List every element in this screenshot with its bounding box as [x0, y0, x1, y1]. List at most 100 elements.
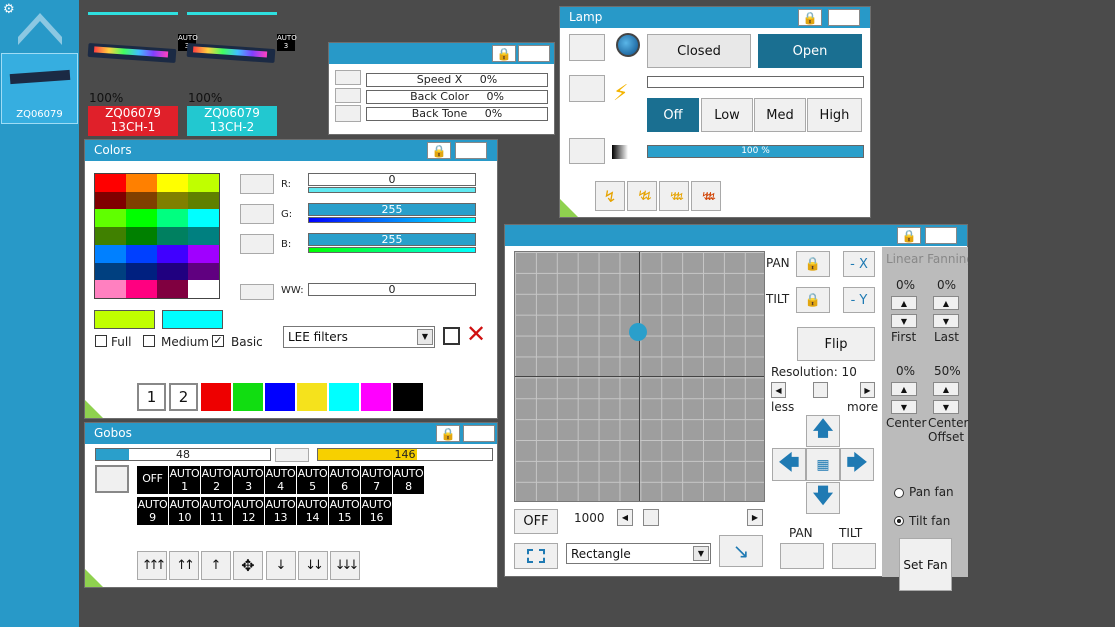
close-button[interactable]: ✖ — [925, 227, 957, 244]
move-down-button[interactable]: 🡇 — [806, 482, 840, 514]
ww-reset-button[interactable] — [240, 284, 274, 300]
color-swatch[interactable] — [393, 383, 423, 411]
gobo-button-14[interactable]: AUTO 14 — [297, 497, 328, 525]
palette-color-cell[interactable] — [157, 191, 188, 210]
green-reset-button[interactable] — [240, 204, 274, 224]
position-marker[interactable] — [629, 323, 647, 341]
current-color-2[interactable] — [162, 310, 223, 329]
apply-shape-button[interactable]: ↘ — [719, 535, 763, 567]
gear-icon[interactable]: ⚙ — [3, 2, 15, 17]
move-left-button[interactable]: 🡄 — [772, 448, 806, 481]
pan-tilt-grid[interactable] — [514, 251, 765, 502]
page-1-button[interactable]: 1 — [137, 383, 166, 411]
gobo-button-15[interactable]: AUTO 15 — [329, 497, 360, 525]
effect-button-3[interactable] — [335, 105, 361, 122]
offset-up-button[interactable]: ▲ — [933, 382, 959, 396]
strobe-random-button[interactable]: ↯↯↯ — [691, 181, 721, 211]
palette-color-cell[interactable] — [126, 174, 157, 192]
lock-icon[interactable]: 🔒 — [492, 45, 516, 62]
close-button[interactable]: ✖ — [455, 142, 487, 159]
back-tone-slider[interactable]: Back Tone 0% — [366, 107, 548, 121]
gobo-slider-2[interactable]: 146 — [317, 448, 493, 461]
speed-x-slider[interactable]: Speed X 0% — [366, 73, 548, 87]
resolution-right-button[interactable]: ▶ — [860, 382, 875, 398]
palette-color-cell[interactable] — [95, 209, 126, 228]
color-swatch[interactable] — [233, 383, 263, 411]
rotate-ccw-med-button[interactable]: ↑↑ — [169, 551, 199, 580]
shape-select[interactable]: Rectangle ▼ — [566, 543, 711, 564]
palette-color-cell[interactable] — [126, 280, 157, 298]
strobe-speed-3-button[interactable]: ↯↯↯ — [659, 181, 689, 211]
tilt-fan-radio[interactable] — [894, 516, 904, 526]
gobo-button-11[interactable]: AUTO 11 — [201, 497, 232, 525]
center-up-button[interactable]: ▲ — [891, 382, 917, 396]
blue-slider[interactable]: 255 — [308, 233, 476, 246]
gobo-button-8[interactable]: AUTO 8 — [393, 466, 424, 494]
first-down-button[interactable]: ▼ — [891, 314, 917, 328]
page-2-button[interactable]: 2 — [169, 383, 198, 411]
palette-color-cell[interactable] — [95, 280, 126, 298]
resolution-thumb[interactable] — [813, 382, 828, 398]
pan-bottom-button[interactable] — [780, 543, 824, 569]
current-color-1[interactable] — [94, 310, 155, 329]
rotate-stop-button[interactable]: ✥ — [233, 551, 263, 580]
close-button[interactable]: ✖ — [828, 9, 860, 26]
pan-fan-radio[interactable] — [894, 488, 904, 498]
gobo-button-12[interactable]: AUTO 12 — [233, 497, 264, 525]
color-swatch[interactable] — [265, 383, 295, 411]
device-tile[interactable]: ZQ06079 — [1, 53, 78, 124]
close-button[interactable]: ✖ — [463, 425, 495, 442]
palette-color-cell[interactable] — [157, 174, 188, 192]
palette-color-cell[interactable] — [95, 244, 126, 263]
red-slider[interactable]: 0 — [308, 173, 476, 186]
effect-button-1[interactable] — [335, 70, 361, 85]
resize-handle[interactable] — [85, 400, 103, 418]
palette-color-cell[interactable] — [126, 244, 157, 263]
move-up-button[interactable]: 🡅 — [806, 415, 840, 447]
palette-color-cell[interactable] — [126, 227, 157, 245]
color-palette-grid[interactable] — [94, 173, 220, 299]
gobo-open-button[interactable] — [95, 465, 129, 493]
strobe-speed-1-button[interactable]: ↯ — [595, 181, 625, 211]
gobo-button-5[interactable]: AUTO 5 — [297, 466, 328, 494]
gobo-button-10[interactable]: AUTO 10 — [169, 497, 200, 525]
speed-slider[interactable] — [633, 509, 747, 526]
gobo-button-6[interactable]: AUTO 6 — [329, 466, 360, 494]
rotate-cw-slow-button[interactable]: ↓ — [266, 551, 296, 580]
move-right-button[interactable]: 🡆 — [840, 448, 874, 481]
full-checkbox[interactable] — [95, 335, 107, 347]
basic-checkbox[interactable]: ✓ — [212, 335, 224, 347]
color-swatch[interactable] — [361, 383, 391, 411]
pan-lock-button[interactable]: 🔒 — [796, 251, 830, 277]
palette-color-cell[interactable] — [188, 227, 219, 245]
gobo-off-button[interactable]: OFF — [137, 466, 168, 494]
gobo-button-13[interactable]: AUTO 13 — [265, 497, 296, 525]
position-off-button[interactable]: OFF — [514, 509, 558, 534]
tilt-bottom-button[interactable] — [832, 543, 876, 569]
flip-button[interactable]: Flip — [797, 327, 875, 361]
palette-color-cell[interactable] — [157, 280, 188, 298]
gobo-button-7[interactable]: AUTO 7 — [361, 466, 392, 494]
back-color-slider[interactable]: Back Color 0% — [366, 90, 548, 104]
shutter-button[interactable] — [569, 34, 605, 61]
offset-down-button[interactable]: ▼ — [933, 400, 959, 414]
center-button[interactable]: ▦ — [806, 448, 840, 481]
palette-color-cell[interactable] — [157, 209, 188, 228]
red-reset-button[interactable] — [240, 174, 274, 194]
palette-color-cell[interactable] — [188, 262, 219, 281]
palette-color-cell[interactable] — [95, 262, 126, 281]
dimmer-button[interactable] — [569, 138, 605, 164]
center-down-button[interactable]: ▼ — [891, 400, 917, 414]
filter-select[interactable]: LEE filters ▼ — [283, 326, 435, 348]
closed-button[interactable]: Closed — [647, 34, 751, 68]
gobo-button-3[interactable]: AUTO 3 — [233, 466, 264, 494]
rotate-ccw-fast-button[interactable]: ↑↑↑ — [137, 551, 167, 580]
resolution-left-button[interactable]: ◀ — [771, 382, 786, 398]
resize-handle[interactable] — [560, 199, 578, 217]
gobo-button-16[interactable]: AUTO 16 — [361, 497, 392, 525]
lock-icon[interactable]: 🔒 — [798, 9, 822, 26]
last-up-button[interactable]: ▲ — [933, 296, 959, 310]
strobe-button[interactable] — [569, 75, 605, 102]
ww-slider[interactable]: 0 — [308, 283, 476, 296]
fan-high-button[interactable]: High — [807, 98, 862, 132]
